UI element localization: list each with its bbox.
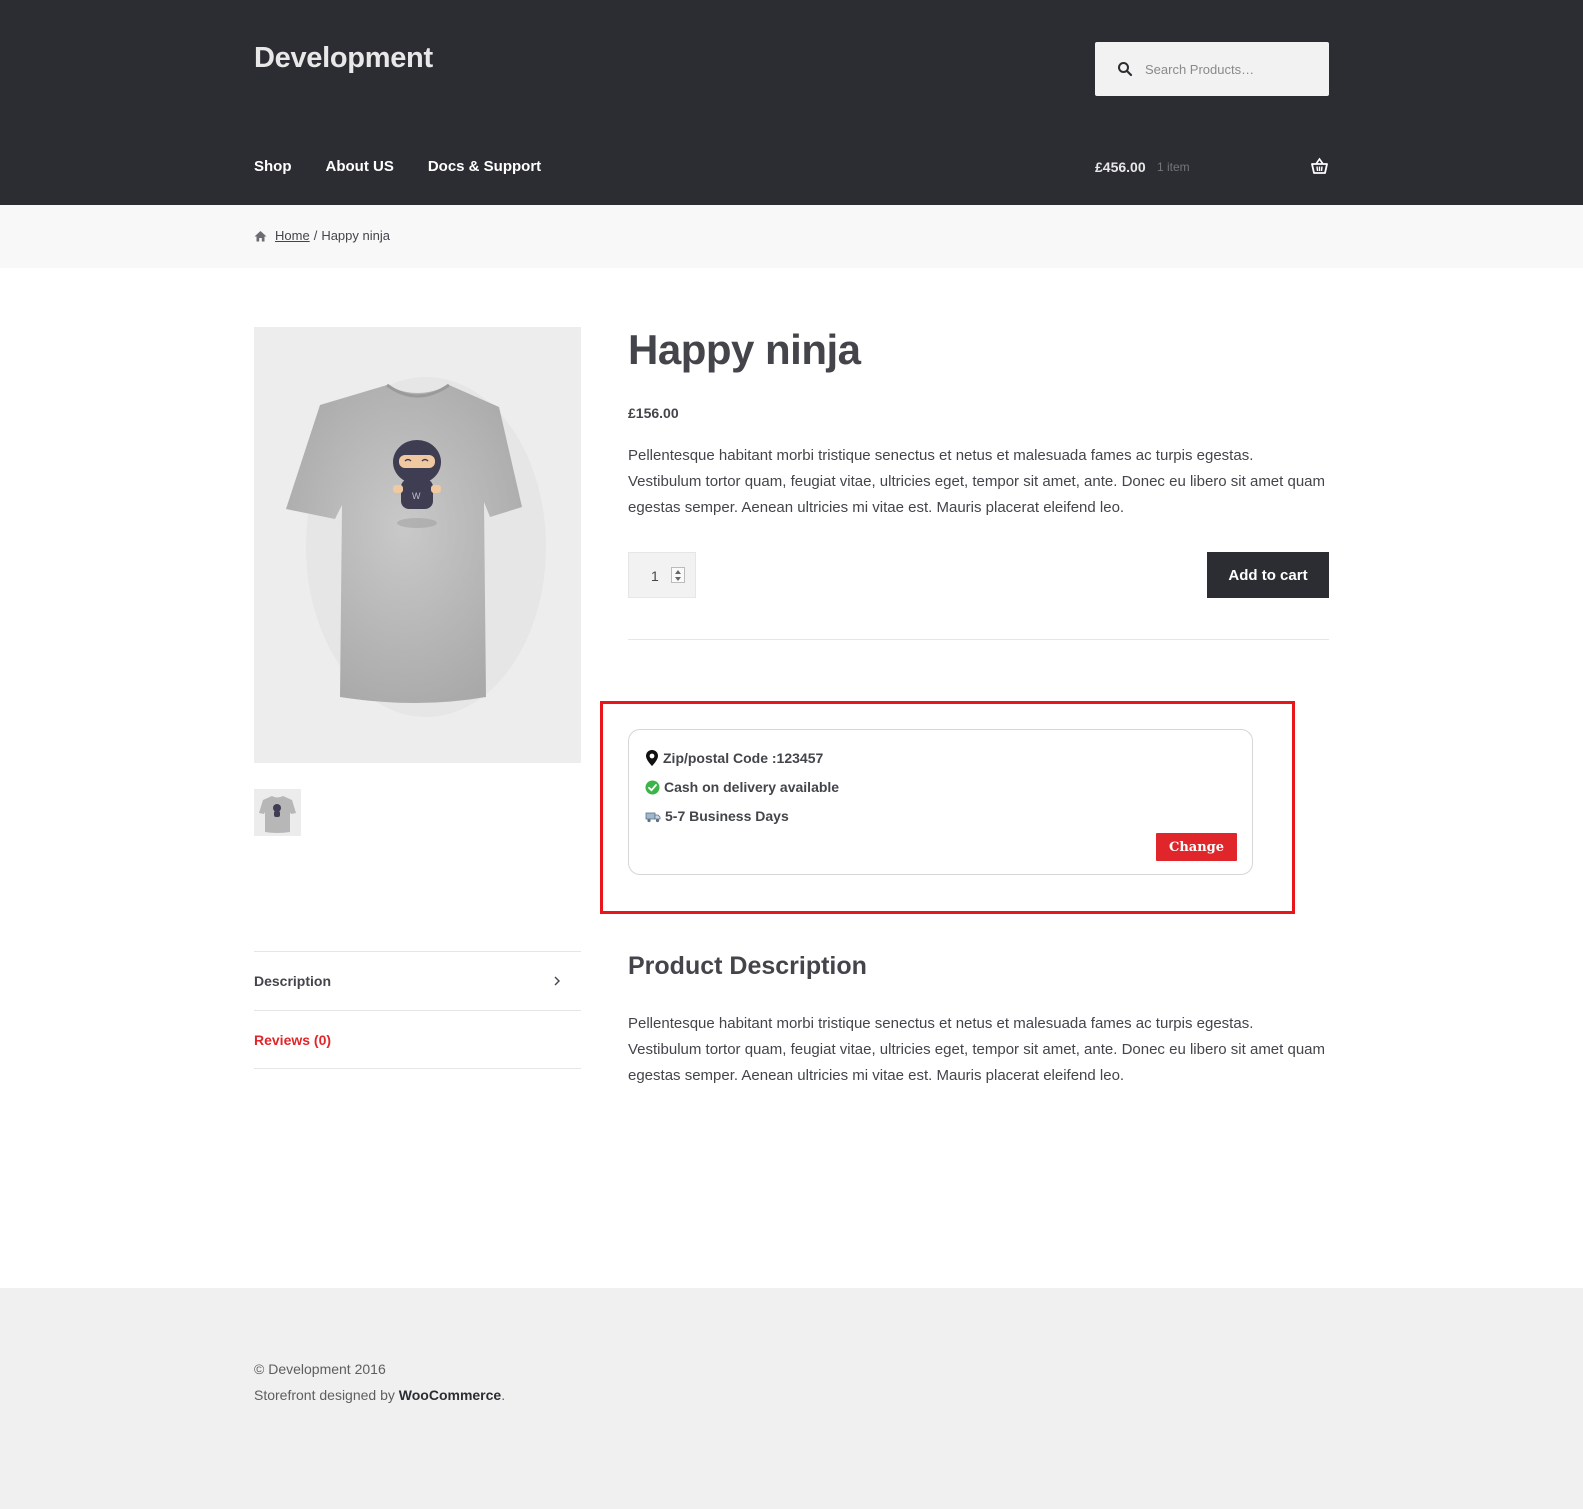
- zip-code-text: Zip/postal Code :123457: [663, 750, 824, 766]
- primary-nav: Shop About US Docs & Support: [254, 158, 541, 175]
- breadcrumb-separator: /: [313, 228, 318, 243]
- spinner-down-icon[interactable]: [675, 577, 681, 581]
- breadcrumb-current: Happy ninja: [321, 228, 390, 243]
- check-circle-icon: [645, 780, 660, 794]
- delivery-time-text: 5-7 Business Days: [665, 808, 789, 824]
- breadcrumb: Home / Happy ninja: [254, 228, 390, 243]
- change-zip-button[interactable]: Change: [1156, 833, 1237, 861]
- nav-item-shop[interactable]: Shop: [254, 158, 292, 175]
- breadcrumb-bar: [0, 205, 1583, 268]
- footer-credit-prefix: Storefront designed by: [254, 1387, 399, 1403]
- site-footer: [0, 1288, 1583, 1509]
- zip-code-row: Zip/postal Code :123457: [645, 749, 823, 767]
- cod-status-text: Cash on delivery available: [664, 779, 840, 795]
- delivery-truck-icon: [645, 812, 661, 823]
- product-price: £156.00: [628, 405, 679, 421]
- product-description-heading: Product Description: [628, 952, 867, 980]
- site-header: Development Shop About US Docs & Support…: [0, 0, 1583, 205]
- footer-copyright: © Development 2016: [254, 1361, 386, 1377]
- product-description-body: Pellentesque habitant morbi tristique se…: [628, 1015, 1326, 1084]
- cart-count[interactable]: 1 item: [1157, 160, 1190, 174]
- divider: [628, 639, 1329, 640]
- tab-reviews-label: Reviews (0): [254, 1031, 332, 1048]
- cart-icon[interactable]: [1310, 157, 1329, 175]
- nav-item-about-us[interactable]: About US: [326, 158, 394, 175]
- product-thumbnail[interactable]: [254, 789, 301, 836]
- tab-description[interactable]: Description: [254, 951, 581, 1010]
- search-icon[interactable]: [1117, 61, 1133, 77]
- quantity-stepper[interactable]: 1: [628, 552, 696, 598]
- product-title: Happy ninja: [628, 326, 861, 373]
- chevron-right-icon: [554, 976, 560, 986]
- cod-availability-panel: Zip/postal Code :123457 Cash on delivery…: [628, 729, 1253, 875]
- product-main-image[interactable]: W: [254, 327, 581, 763]
- product-short-description: Pellentesque habitant morbi tristique se…: [628, 447, 1326, 516]
- svg-text:W: W: [412, 491, 421, 501]
- tshirt-image: W: [286, 377, 546, 717]
- tshirt-thumbnail-image: [259, 796, 296, 833]
- quantity-input[interactable]: 1: [651, 568, 659, 584]
- spinner-up-icon[interactable]: [675, 570, 681, 574]
- delivery-time-row: 5-7 Business Days: [645, 808, 789, 824]
- product-tabs: Description Reviews (0): [254, 951, 581, 1069]
- footer-credit-suffix: .: [501, 1387, 506, 1403]
- add-to-cart-button[interactable]: Add to cart: [1207, 552, 1329, 598]
- nav-item-docs-support[interactable]: Docs & Support: [428, 158, 541, 175]
- quantity-spinner[interactable]: [671, 567, 685, 583]
- tab-reviews[interactable]: Reviews (0): [254, 1010, 581, 1069]
- cod-status-row: Cash on delivery available: [645, 779, 839, 795]
- tab-description-label: Description: [254, 973, 332, 989]
- search-input[interactable]: [1145, 42, 1320, 96]
- breadcrumb-home-link[interactable]: Home: [275, 228, 310, 243]
- woocommerce-link[interactable]: WooCommerce: [399, 1387, 501, 1403]
- location-pin-icon: [646, 750, 658, 766]
- footer-credit: Storefront designed by WooCommerce.: [254, 1387, 505, 1403]
- site-title[interactable]: Development: [254, 42, 433, 75]
- cart-total[interactable]: £456.00: [1095, 159, 1146, 175]
- home-icon: [254, 230, 267, 241]
- search-box[interactable]: [1095, 42, 1329, 96]
